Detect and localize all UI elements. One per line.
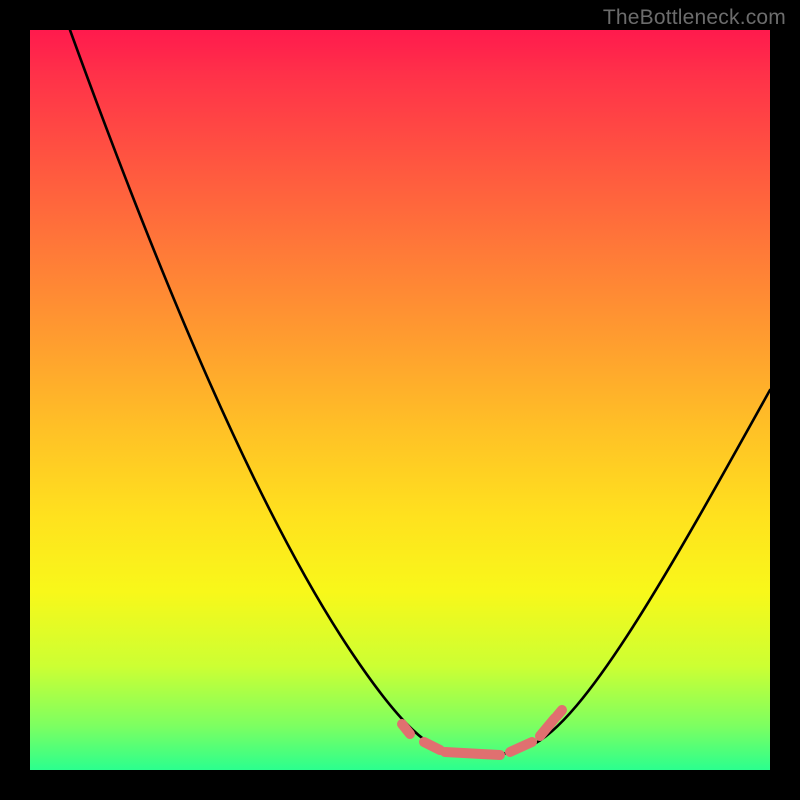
curve-layer [30,30,770,770]
marker-dot [510,742,532,752]
watermark-text: TheBottleneck.com [603,6,786,30]
bottom-marker-group [402,710,562,755]
marker-dot [445,752,500,755]
marker-dot [402,724,410,734]
marker-dot [557,710,562,716]
chart-frame: TheBottleneck.com [0,0,800,800]
plot-area [30,30,770,770]
marker-dot [424,742,440,750]
bottleneck-curve [70,30,770,756]
marker-dot [540,718,555,736]
